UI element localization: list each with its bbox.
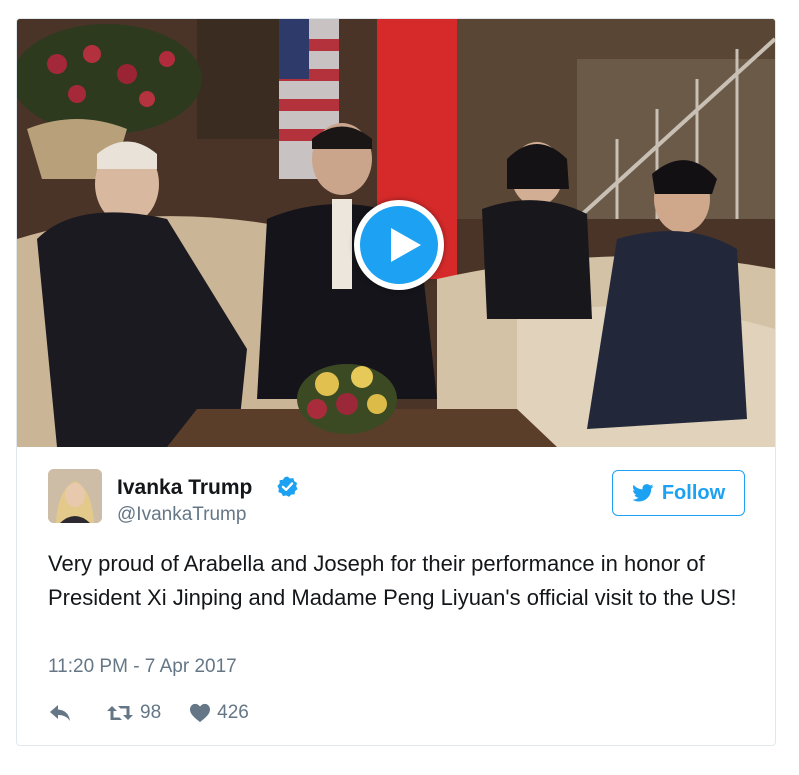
like-count: 426: [217, 702, 249, 723]
author-name[interactable]: Ivanka Trump: [117, 476, 252, 500]
avatar[interactable]: [48, 469, 102, 523]
reply-button[interactable]: [48, 703, 72, 723]
heart-icon: [190, 703, 211, 723]
tweet-actions: 98 426: [48, 699, 277, 727]
tweet-text: Very proud of Arabella and Joseph for th…: [48, 551, 737, 610]
retweet-count: 98: [140, 702, 162, 723]
like-button[interactable]: 426: [189, 702, 249, 724]
retweet-icon: [107, 706, 133, 720]
tweet-timestamp[interactable]: 11:20 PM - 7 Apr 2017: [48, 656, 237, 678]
reply-arrow-icon: [50, 705, 70, 721]
follow-label: Follow: [661, 481, 726, 504]
verified-badge-icon: [277, 476, 298, 497]
follow-button[interactable]: Follow: [612, 470, 745, 516]
author-handle[interactable]: @IvankaTrump: [117, 504, 246, 526]
play-button[interactable]: [354, 200, 444, 290]
retweet-button[interactable]: 98: [106, 702, 161, 724]
play-icon: [391, 228, 421, 262]
avatar-image: [48, 469, 102, 523]
video-thumbnail[interactable]: [17, 19, 775, 447]
twitter-bird-icon: [632, 484, 654, 502]
tweet-card: Ivanka Trump @IvankaTrump Follow Very pr…: [16, 18, 776, 746]
